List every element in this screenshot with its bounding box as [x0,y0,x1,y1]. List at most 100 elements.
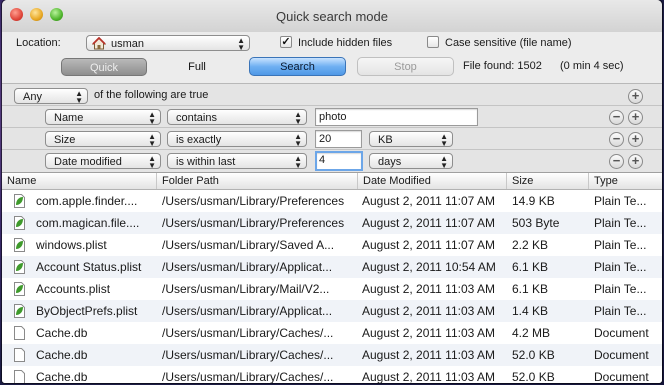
popup-arrows-icon: ▲ ▼ [148,154,156,170]
cell-path: /Users/usman/Library/Caches/... [162,370,334,383]
popup-arrows-icon: ▲ ▼ [294,132,302,148]
rule-2-operator: is exactly [176,134,222,146]
cell-name: Account Status.plist [36,260,142,274]
cell-name: ByObjectPrefs.plist [36,304,138,318]
cell-date: August 2, 2011 11:07 AM [362,216,495,230]
document-icon [14,370,25,383]
rule-1-attribute-popup[interactable]: Name ▲ ▼ [45,109,161,126]
cell-date: August 2, 2011 11:07 AM [362,238,495,252]
rule-3-operator: is within last [176,156,236,168]
remove-rule-3-icon[interactable]: − [609,154,624,169]
cell-name: Cache.db [36,348,88,362]
window-title: Quick search mode [276,9,388,24]
location-popup[interactable]: usman ▲ ▼ [86,35,250,52]
cell-path: /Users/usman/Library/Mail/V2... [162,282,330,296]
results-table[interactable]: Name Folder Path Date Modified Size Type… [2,172,662,383]
table-row[interactable]: com.apple.finder.... /Users/usman/Library… [2,190,662,212]
plist-icon [14,194,25,208]
cell-size: 6.1 KB [512,282,549,296]
rule-1-attribute: Name [54,112,84,124]
quick-mode-button[interactable]: Quick [61,58,147,76]
table-row[interactable]: Cache.db/Users/usman/Library/Caches/... A… [2,344,662,366]
rule-2-value-input[interactable]: 20 [315,130,362,148]
rule-1-operator: contains [176,112,217,124]
cell-date: August 2, 2011 11:03 AM [362,326,495,340]
cell-type: Document [594,370,649,383]
table-row[interactable]: ByObjectPrefs.plist/Users/usman/Library/… [2,300,662,322]
case-sensitive-label: Case sensitive (file name) [445,37,572,49]
cell-path: /Users/usman/Library/Applicat... [162,260,333,274]
match-mode-value: Any [23,91,42,103]
cell-type: Plain Te... [594,260,647,274]
cell-name: Cache.db [36,370,88,383]
cell-path: /Users/usman/Library/Caches/... [162,348,334,362]
column-header-date-modified[interactable]: Date Modified [358,173,507,189]
match-mode-popup[interactable]: Any ▲ ▼ [14,88,88,105]
table-row[interactable]: Cache.db/Users/usman/Library/Caches/... A… [2,366,662,383]
rule-3-attribute: Date modified [54,156,122,168]
table-row[interactable]: windows.plist/Users/usman/Library/Saved … [2,234,662,256]
plist-icon [14,260,25,274]
title-bar[interactable]: Quick search mode [2,0,662,32]
remove-rule-1-icon[interactable]: − [609,110,624,125]
cell-type: Plain Te... [594,304,647,318]
include-hidden-checkbox[interactable]: ✓ [280,36,292,48]
location-label: Location: [16,37,61,49]
add-rule-icon[interactable]: + [628,89,643,104]
rule-3-unit-popup[interactable]: days ▲ ▼ [369,153,453,170]
plist-icon [14,238,25,252]
popup-arrows-icon: ▲ ▼ [440,154,448,170]
cell-type: Plain Te... [594,238,647,252]
location-value: usman [111,38,145,50]
column-header-name[interactable]: Name [2,173,157,189]
add-rule-1-icon[interactable]: + [628,110,643,125]
cell-date: August 2, 2011 11:03 AM [362,282,495,296]
rule-divider [2,149,662,150]
rule-2-attribute: Size [54,134,76,146]
table-header: Name Folder Path Date Modified Size Type [2,173,662,190]
cell-size: 6.1 KB [512,260,549,274]
popup-arrows-icon: ▲ ▼ [294,154,302,170]
rule-3-operator-popup[interactable]: is within last ▲ ▼ [167,153,307,170]
files-found-count: File found: 1502 [463,60,542,72]
cell-size: 52.0 KB [512,370,555,383]
stop-button[interactable]: Stop [357,57,454,76]
cell-size: 1.4 KB [512,304,549,318]
column-header-size[interactable]: Size [507,173,589,189]
column-header-type[interactable]: Type [589,173,662,189]
case-sensitive-checkbox[interactable] [427,36,439,48]
table-row[interactable]: com.magican.file.... /Users/usman/Library… [2,212,662,234]
rule-1-value-input[interactable]: photo [315,108,478,126]
search-criteria-area: Any ▲ ▼ of the following are true + Name … [2,83,662,172]
rule-2-attribute-popup[interactable]: Size ▲ ▼ [45,131,161,148]
rule-3-attribute-popup[interactable]: Date modified ▲ ▼ [45,153,161,170]
match-mode-suffix: of the following are true [94,89,209,101]
cell-date: August 2, 2011 11:07 AM [362,194,495,208]
add-rule-3-icon[interactable]: + [628,154,643,169]
table-row[interactable]: Accounts.plist/Users/usman/Library/Mail/… [2,278,662,300]
cell-name: Cache.db [36,326,88,340]
rule-3-value-input[interactable]: 4 [315,151,363,171]
remove-rule-2-icon[interactable]: − [609,132,624,147]
rule-2-operator-popup[interactable]: is exactly ▲ ▼ [167,131,307,148]
popup-arrows-icon: ▲ ▼ [237,36,245,52]
include-hidden-label: Include hidden files [298,37,393,49]
plist-icon [14,216,25,230]
home-folder-icon [92,37,106,50]
document-icon [14,348,25,362]
rule-2-unit-popup[interactable]: KB ▲ ▼ [369,131,453,148]
search-button[interactable]: Search [249,57,346,76]
cell-name: windows.plist [36,238,107,252]
cell-name: Accounts.plist [36,282,111,296]
full-mode-button[interactable]: Full [172,58,222,76]
cell-path: /Users/usman/Library/Preferences [162,194,345,208]
add-rule-2-icon[interactable]: + [628,132,643,147]
cell-date: August 2, 2011 11:03 AM [362,348,495,362]
column-header-folder-path[interactable]: Folder Path [157,173,358,189]
popup-arrows-icon: ▲ ▼ [294,110,302,126]
cell-type: Plain Te... [594,216,647,230]
table-row[interactable]: Cache.db/Users/usman/Library/Caches/... A… [2,322,662,344]
table-row[interactable]: Account Status.plist/Users/usman/Library… [2,256,662,278]
rule-divider [2,127,662,128]
rule-1-operator-popup[interactable]: contains ▲ ▼ [167,109,307,126]
